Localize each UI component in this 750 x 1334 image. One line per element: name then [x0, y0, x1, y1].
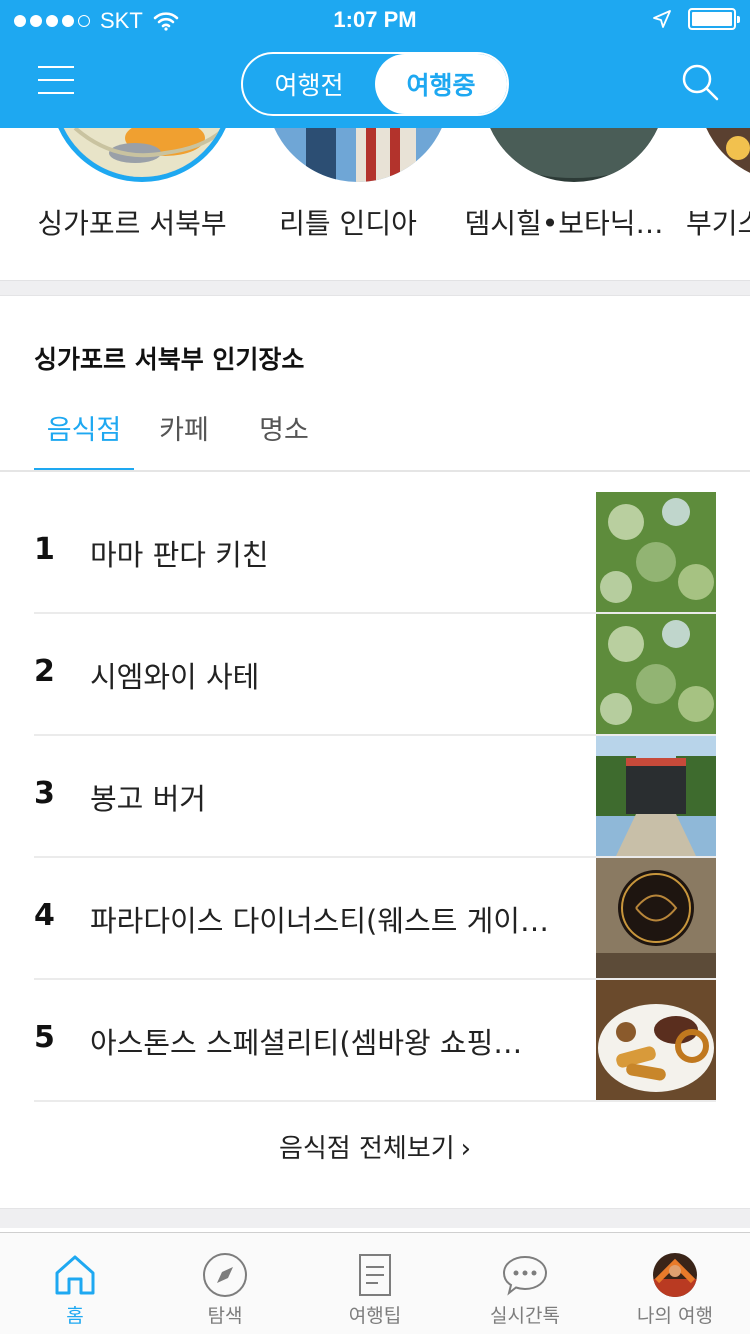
rank-number: 2 — [34, 654, 55, 689]
area-name: 싱가포르 서북부 — [37, 207, 227, 240]
place-thumbnail — [596, 492, 716, 612]
place-name: 마마 판다 키친 — [90, 538, 269, 572]
tab-label: 홈 — [66, 1305, 84, 1327]
area-item-little-india[interactable]: 리틀 인디아 — [238, 128, 458, 282]
segment-during-trip[interactable]: 여행중 — [375, 54, 507, 114]
tab-live-talk[interactable]: 실시간톡 — [450, 1233, 600, 1334]
list-item[interactable]: 5 아스톤스 스페셜리티(셈바왕 쇼핑… — [34, 980, 716, 1102]
status-time: 1:07 PM — [333, 7, 417, 32]
tab-label: 실시간톡 — [490, 1305, 560, 1327]
area-thumbnail — [482, 128, 666, 182]
rank-number: 4 — [34, 898, 55, 933]
area-name: 리틀 인디아 — [279, 207, 417, 240]
trip-mode-toggle: 여행전 여행중 — [241, 52, 509, 116]
area-item-dempsey-hill[interactable]: 뎀시힐•보타닉… — [454, 128, 674, 282]
hamburger-menu-button[interactable] — [38, 66, 74, 96]
area-carousel: 싱가포르 서북부 리틀 인디아 뎀시힐•보타닉… 부기 — [0, 128, 750, 282]
popular-list: 1 마마 판다 키친 2 시엠와이 사테 3 봉고 버거 4 파라다이스 다이너… — [34, 492, 716, 1102]
area-name: 뎀시힐•보타닉… — [464, 207, 664, 240]
section-divider — [0, 280, 750, 296]
tab-explore[interactable]: 탐색 — [150, 1233, 300, 1334]
place-name: 봉고 버거 — [90, 782, 206, 816]
tab-label: 나의 여행 — [637, 1305, 713, 1327]
tab-home[interactable]: 홈 — [0, 1233, 150, 1334]
tab-label: 탐색 — [207, 1305, 243, 1327]
place-thumbnail — [596, 858, 716, 978]
list-item[interactable]: 3 봉고 버거 — [34, 736, 716, 858]
list-item[interactable]: 1 마마 판다 키친 — [34, 492, 716, 614]
place-name: 시엠와이 사테 — [90, 660, 260, 694]
tab-attractions[interactable]: 명소 — [234, 396, 334, 472]
area-item-bugis[interactable]: 부기스 — [670, 128, 750, 282]
status-bar: SKT 1:07 PM — [0, 0, 750, 40]
area-item-northwest[interactable]: 싱가포르 서북부 — [22, 128, 242, 282]
place-thumbnail — [596, 614, 716, 734]
place-name: 아스톤스 스페셜리티(셈바왕 쇼핑… — [90, 1026, 523, 1060]
view-all-label: 음식점 전체보기 — [278, 1134, 455, 1164]
home-icon — [55, 1255, 95, 1295]
nav-row: 여행전 여행중 — [0, 40, 750, 128]
rank-number: 3 — [34, 776, 55, 811]
rank-number: 5 — [34, 1020, 55, 1055]
bottom-tab-bar: 홈 탐색 여행팁 실시간톡 나의 여행 — [0, 1232, 750, 1334]
area-thumbnail — [50, 128, 234, 182]
location-arrow-icon — [653, 10, 671, 28]
tab-restaurants[interactable]: 음식점 — [34, 396, 134, 472]
segment-before-trip[interactable]: 여행전 — [243, 54, 375, 114]
tab-label: 여행팁 — [348, 1305, 402, 1327]
section-divider — [0, 1208, 750, 1228]
area-name: 부기스 — [686, 207, 750, 240]
document-icon — [359, 1254, 391, 1296]
list-item[interactable]: 2 시엠와이 사테 — [34, 614, 716, 736]
status-right — [652, 8, 740, 30]
compass-icon — [203, 1253, 247, 1297]
list-item[interactable]: 4 파라다이스 다이너스티(웨스트 게이… — [34, 858, 716, 980]
tab-my-trip[interactable]: 나의 여행 — [600, 1233, 750, 1334]
chat-bubble-icon — [502, 1255, 548, 1296]
battery-icon — [688, 8, 740, 30]
tabs-underline — [0, 470, 750, 472]
place-name: 파라다이스 다이너스티(웨스트 게이… — [90, 904, 549, 938]
tab-travel-tips[interactable]: 여행팁 — [300, 1233, 450, 1334]
place-thumbnail — [596, 980, 716, 1100]
section-title: 싱가포르 서북부 인기장소 — [34, 345, 305, 374]
rank-number: 1 — [34, 532, 55, 567]
area-thumbnail — [698, 128, 750, 182]
avatar — [653, 1253, 697, 1297]
place-thumbnail — [596, 736, 716, 856]
area-thumbnail — [266, 128, 450, 182]
view-all-restaurants-link[interactable]: 음식점 전체보기 › — [0, 1128, 750, 1165]
tab-cafes[interactable]: 카페 — [134, 396, 234, 472]
category-tabs: 음식점 카페 명소 — [34, 396, 334, 472]
app-header: SKT 1:07 PM 여행전 여행중 — [0, 0, 750, 128]
search-icon[interactable] — [680, 62, 720, 102]
chevron-right-icon: › — [460, 1134, 472, 1164]
